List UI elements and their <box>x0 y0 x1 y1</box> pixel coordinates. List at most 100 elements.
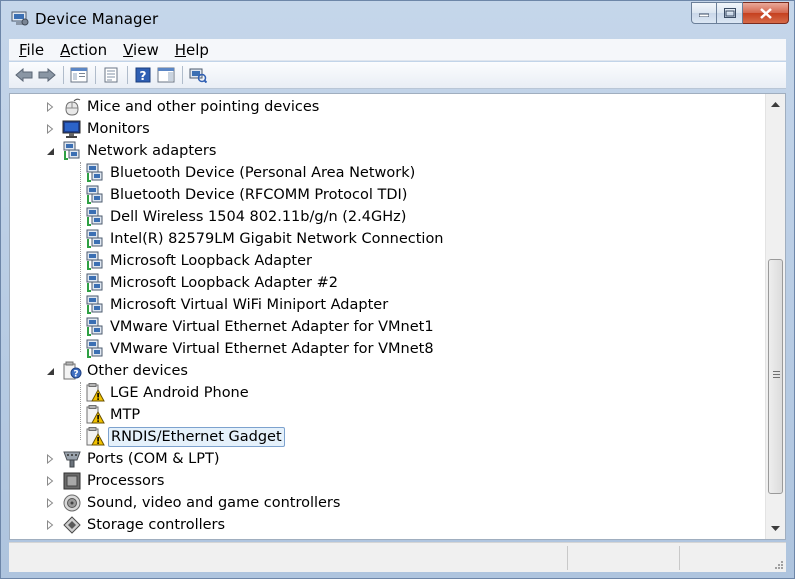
tree-category-mice[interactable]: Mice and other pointing devices <box>10 96 764 118</box>
tree-category-label: Other devices <box>87 363 188 379</box>
back-icon <box>15 68 33 82</box>
maximize-icon <box>723 8 736 18</box>
tree-device-item-selected[interactable]: RNDIS/Ethernet Gadget <box>10 426 764 448</box>
menu-help[interactable]: Help <box>165 41 215 59</box>
forward-icon <box>38 68 56 82</box>
show-hide-console-tree-icon <box>70 67 88 83</box>
properties-button[interactable] <box>100 64 122 86</box>
tree-device-item[interactable]: Dell Wireless 1504 802.11b/g/n (2.4GHz) <box>10 206 764 228</box>
tree-device-item[interactable]: Microsoft Virtual WiFi Miniport Adapter <box>10 294 764 316</box>
expand-arrow-icon[interactable] <box>45 454 55 464</box>
warning-device-icon <box>86 383 105 402</box>
menu-view-key: V <box>123 40 134 59</box>
tree-device-item[interactable]: Microsoft Loopback Adapter #2 <box>10 272 764 294</box>
tree-device-label: Microsoft Loopback Adapter #2 <box>110 275 338 291</box>
forward-button[interactable] <box>36 64 58 86</box>
network-adapter-icon <box>86 185 103 204</box>
tree-device-item[interactable]: LGE Android Phone <box>10 382 764 404</box>
maximize-button[interactable] <box>717 2 743 24</box>
tree-device-label: VMware Virtual Ethernet Adapter for VMne… <box>110 341 434 357</box>
processor-icon <box>63 472 81 490</box>
tree-device-item[interactable]: VMware Virtual Ethernet Adapter for VMne… <box>10 338 764 360</box>
network-adapter-icon <box>63 141 80 160</box>
expand-arrow-icon[interactable] <box>45 498 55 508</box>
menu-bar: File Action View Help <box>9 39 786 61</box>
unknown-device-icon: ? <box>63 361 82 380</box>
collapse-arrow-icon[interactable] <box>45 366 55 376</box>
scroll-thumb[interactable] <box>768 259 783 494</box>
tree-device-item[interactable]: VMware Virtual Ethernet Adapter for VMne… <box>10 316 764 338</box>
expand-arrow-icon[interactable] <box>45 124 55 134</box>
window-title: Device Manager <box>35 10 159 28</box>
device-tree-pane: Mice and other pointing devices Monitors… <box>9 93 786 540</box>
tree-device-item[interactable]: Bluetooth Device (RFCOMM Protocol TDI) <box>10 184 764 206</box>
title-bar[interactable]: Device Manager <box>1 1 794 37</box>
tree-device-item[interactable]: MTP <box>10 404 764 426</box>
scan-hardware-button[interactable] <box>187 64 209 86</box>
help-button[interactable]: ? <box>132 64 154 86</box>
speaker-icon <box>63 494 81 512</box>
thumb-grip <box>773 374 780 375</box>
tree-device-label: Microsoft Loopback Adapter <box>110 253 312 269</box>
window-controls <box>691 2 789 24</box>
minimize-icon <box>699 13 709 17</box>
tree-category-storage[interactable]: Storage controllers <box>10 514 764 536</box>
tree-category-monitors[interactable]: Monitors <box>10 118 764 140</box>
tree-device-item[interactable]: Intel(R) 82579LM Gigabit Network Connect… <box>10 228 764 250</box>
tree-category-label: Storage controllers <box>87 517 226 533</box>
tree-device-label: LGE Android Phone <box>110 385 249 401</box>
scroll-up-button[interactable] <box>766 96 785 113</box>
tree-category-other-devices[interactable]: ? Other devices <box>10 360 764 382</box>
tree-device-label: Bluetooth Device (Personal Area Network) <box>110 165 416 181</box>
tree-category-ports[interactable]: Ports (COM & LPT) <box>10 448 764 470</box>
menu-help-rest: elp <box>186 40 209 59</box>
network-adapter-icon <box>86 251 103 270</box>
menu-help-key: H <box>174 40 186 59</box>
show-hide-console-tree-button[interactable] <box>68 64 90 86</box>
tree-device-label: Microsoft Virtual WiFi Miniport Adapter <box>110 297 389 313</box>
menu-action[interactable]: Action <box>50 41 113 59</box>
menu-view[interactable]: View <box>113 41 165 59</box>
scroll-up-icon <box>771 101 780 107</box>
status-bar-divider <box>567 546 568 570</box>
tree-category-sound[interactable]: Sound, video and game controllers <box>10 492 764 514</box>
toolbar-separator <box>95 66 96 84</box>
storage-controller-icon <box>63 516 81 534</box>
toolbar-separator <box>182 66 183 84</box>
tree-category-label: Network adapters <box>87 143 217 159</box>
mouse-icon <box>65 98 81 116</box>
vertical-scrollbar[interactable] <box>765 94 785 539</box>
minimize-button[interactable] <box>691 2 717 24</box>
action-pane-button[interactable] <box>155 64 177 86</box>
close-button[interactable] <box>743 2 789 24</box>
expand-arrow-icon[interactable] <box>45 476 55 486</box>
monitor-icon <box>62 120 81 138</box>
back-button[interactable] <box>13 64 35 86</box>
tree-device-item[interactable]: Microsoft Loopback Adapter <box>10 250 764 272</box>
tree-category-partial <box>10 536 764 539</box>
scan-hardware-icon <box>189 68 207 83</box>
tree-category-processors[interactable]: Processors <box>10 470 764 492</box>
menu-file[interactable]: File <box>9 41 50 59</box>
tree-category-label: Sound, video and game controllers <box>87 495 341 511</box>
menu-file-key: F <box>19 40 27 59</box>
device-manager-window: Device Manager File Action View Help ? M… <box>0 0 795 579</box>
tree-category-network-adapters[interactable]: Network adapters <box>10 140 764 162</box>
tree-device-label: Intel(R) 82579LM Gigabit Network Connect… <box>110 231 444 247</box>
tree-device-label: RNDIS/Ethernet Gadget <box>108 427 285 447</box>
tree-category-label: Processors <box>87 473 165 489</box>
tree-device-label: Dell Wireless 1504 802.11b/g/n (2.4GHz) <box>110 209 407 225</box>
port-icon <box>63 451 81 468</box>
expand-arrow-icon[interactable] <box>45 520 55 530</box>
expand-arrow-icon[interactable] <box>45 102 55 112</box>
tree-device-label: VMware Virtual Ethernet Adapter for VMne… <box>110 319 434 335</box>
collapse-arrow-icon[interactable] <box>45 146 55 156</box>
scroll-down-button[interactable] <box>766 520 785 537</box>
warning-device-icon <box>86 405 105 424</box>
network-adapter-icon <box>86 295 103 314</box>
tree-device-item[interactable]: Bluetooth Device (Personal Area Network) <box>10 162 764 184</box>
network-adapter-icon <box>86 163 103 182</box>
resize-grip-icon[interactable] <box>772 558 784 570</box>
network-adapter-icon <box>86 207 103 226</box>
action-pane-icon <box>157 67 175 83</box>
